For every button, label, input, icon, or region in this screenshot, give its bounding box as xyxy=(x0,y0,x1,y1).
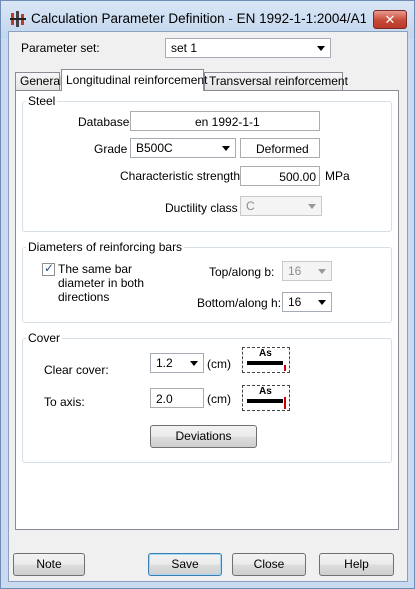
chevron-down-icon xyxy=(317,46,325,51)
tab-longitudinal-reinforcement[interactable]: Longitudinal reinforcement xyxy=(61,69,207,91)
grade-label: Grade xyxy=(94,142,128,156)
tab-transversal-reinforcement[interactable]: Transversal reinforcement xyxy=(204,72,348,90)
to-axis-label: To axis: xyxy=(44,395,85,409)
to-axis-value: 2.0 xyxy=(156,392,173,406)
note-button[interactable]: Note xyxy=(13,553,85,576)
check-icon: ✓ xyxy=(44,261,55,275)
database-label: Database xyxy=(78,115,130,129)
chevron-down-icon xyxy=(318,269,326,274)
parameter-set-value: set 1 xyxy=(171,41,198,55)
axis-dimension-mark xyxy=(284,397,286,409)
grade-select[interactable]: B500C xyxy=(130,138,236,158)
grade-type-field: Deformed xyxy=(240,138,320,158)
strength-unit: MPa xyxy=(325,169,350,183)
same-bar-label-1: The same bar xyxy=(58,262,133,276)
to-axis-unit: (cm) xyxy=(207,392,231,406)
top-diameter-select[interactable]: 16 xyxy=(282,261,332,281)
tab-general[interactable]: General xyxy=(15,72,63,90)
strength-input[interactable]: 500.00 xyxy=(240,166,320,186)
bottom-diameter-label: Bottom/along h: xyxy=(197,296,282,310)
same-bar-label-2: diameter in both xyxy=(58,276,145,290)
clear-cover-value: 1.2 xyxy=(156,356,173,370)
window-title: Calculation Parameter Definition - EN 19… xyxy=(31,11,366,26)
to-axis-symbol-icon: As xyxy=(242,385,290,411)
same-bar-label-3: directions xyxy=(58,290,110,304)
rebar-line xyxy=(247,361,283,365)
dialog-client-area: Parameter set: set 1 General Longitudina… xyxy=(8,31,408,582)
bottom-diameter-select[interactable]: 16 xyxy=(282,292,332,312)
close-button[interactable]: Close xyxy=(232,553,306,576)
to-axis-input[interactable]: 2.0 xyxy=(150,388,204,408)
cover-group-title: Cover xyxy=(26,331,63,345)
chevron-down-icon xyxy=(190,361,198,366)
save-button[interactable]: Save xyxy=(148,553,222,576)
rebar-line xyxy=(247,399,283,403)
same-bar-checkbox[interactable]: ✓ xyxy=(42,261,55,276)
steel-group-title: Steel xyxy=(26,94,58,108)
diameters-group-title: Diameters of reinforcing bars xyxy=(26,240,185,254)
dialog-window: Calculation Parameter Definition - EN 19… xyxy=(0,0,415,589)
help-button[interactable]: Help xyxy=(319,553,394,576)
database-field: en 1992-1-1 xyxy=(130,111,320,131)
ductility-value: C xyxy=(246,199,255,213)
tab-panel: Steel Database en 1992-1-1 Grade B500C D… xyxy=(15,90,399,530)
strength-label: Characteristic strength xyxy=(120,169,241,183)
ductility-select[interactable]: C xyxy=(240,196,322,216)
cover-dimension-mark xyxy=(284,365,286,371)
parameter-set-select[interactable]: set 1 xyxy=(165,38,331,58)
grade-value: B500C xyxy=(136,141,173,155)
database-value: en 1992-1-1 xyxy=(195,115,260,129)
bottom-diameter-value: 16 xyxy=(288,295,302,309)
chevron-down-icon xyxy=(308,204,316,209)
clear-cover-unit: (cm) xyxy=(207,357,231,371)
ductility-label: Ductility class xyxy=(165,201,238,215)
as-label: As xyxy=(259,386,272,397)
parameter-set-label: Parameter set: xyxy=(21,41,100,55)
as-label: As xyxy=(259,348,272,359)
app-icon xyxy=(10,11,26,27)
top-diameter-label: Top/along b: xyxy=(209,265,275,279)
chevron-down-icon xyxy=(318,300,326,305)
chevron-down-icon xyxy=(222,146,230,151)
strength-value: 500.00 xyxy=(279,170,316,184)
clear-cover-label: Clear cover: xyxy=(44,363,109,377)
clear-cover-select[interactable]: 1.2 xyxy=(150,353,204,373)
deviations-button[interactable]: Deviations xyxy=(150,425,257,448)
window-close-button[interactable]: ✕ xyxy=(373,10,407,29)
clear-cover-symbol-icon: As xyxy=(242,347,290,373)
grade-type-value: Deformed xyxy=(256,142,309,156)
top-diameter-value: 16 xyxy=(288,264,302,278)
